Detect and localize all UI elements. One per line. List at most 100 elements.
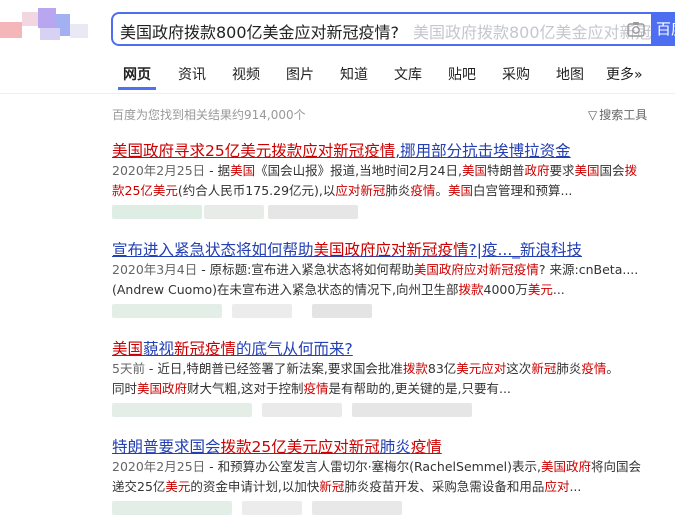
text-segment: 。 — [606, 361, 619, 376]
blurred-block — [112, 205, 202, 219]
blurred-block — [312, 501, 402, 515]
highlighted-keyword: 疫情 — [410, 438, 442, 456]
highlighted-keyword: 美国 — [230, 163, 256, 178]
tab-map[interactable]: 地图 — [556, 64, 584, 84]
search-box[interactable]: 美国政府拨款800亿美金应对新冠疫情? 美国政府拨款800亿美金应对新冠疫情 — [111, 12, 651, 46]
tab-more[interactable]: 更多» — [606, 64, 643, 84]
search-suggestion: 美国政府拨款800亿美金应对新冠疫情 — [413, 23, 651, 42]
highlighted-keyword: 美国政府应对新冠疫情 — [313, 241, 469, 259]
result-item: 美国政府寻求25亿美元拨款应对新冠疫情,挪用部分抗击埃博拉资金 2020年2月2… — [112, 141, 667, 221]
result-source-blurred[interactable] — [112, 501, 667, 517]
tab-zhidao[interactable]: 知道 — [340, 64, 368, 84]
result-snippet-line: 5天前 - 近日,特朗普已经签署了新法案,要求国会批准拨款83亿美元应对这次新冠… — [112, 359, 667, 379]
result-source-blurred[interactable] — [112, 304, 667, 320]
logo[interactable] — [0, 8, 90, 44]
header: 美国政府拨款800亿美金应对新冠疫情? 美国政府拨款800亿美金应对新冠疫情 百… — [0, 0, 675, 56]
text-segment: 特朗普要求国会 — [112, 438, 221, 456]
text-segment: 。 — [435, 183, 448, 198]
highlighted-keyword: 美国 — [447, 183, 473, 198]
result-snippet-line: 款25亿美元(约合人民币175.29亿元),以应对新冠肺炎疫情。美国白宫管理和预… — [112, 181, 667, 201]
camera-icon[interactable] — [627, 21, 645, 37]
result-date: 2020年2月25日 — [112, 459, 206, 474]
tab-wenku[interactable]: 文库 — [394, 64, 422, 84]
blurred-block — [242, 501, 302, 515]
highlighted-keyword: 美元 — [165, 479, 191, 494]
highlighted-keyword: 美国政府 — [541, 459, 592, 474]
blurred-block — [112, 501, 232, 515]
result-date: 2020年2月25日 — [112, 163, 206, 178]
text-segment: 宣布进入紧急状态将如何帮助 — [112, 241, 314, 259]
text-segment: ?|疫..._新浪科技 — [468, 241, 583, 259]
tab-purchase[interactable]: 采购 — [502, 64, 530, 84]
highlighted-keyword: 款 — [112, 183, 125, 198]
search-tools-button[interactable]: ▽ 搜索工具 — [588, 106, 647, 123]
result-title-link[interactable]: 美国政府寻求25亿美元拨款应对新冠疫情,挪用部分抗击埃博拉资金 — [112, 141, 667, 161]
result-snippet-line: 同时美国政府财大气粗,这对于控制疫情是有帮助的,更关键的是,只要有... — [112, 379, 667, 399]
result-item: 美国藐视新冠疫情的底气从何而来? 5天前 - 近日,特朗普已经签署了新法案,要求… — [112, 339, 667, 419]
highlighted-keyword: 美国 — [461, 163, 487, 178]
tab-images[interactable]: 图片 — [286, 64, 314, 84]
result-title-link[interactable]: 宣布进入紧急状态将如何帮助美国政府应对新冠疫情?|疫..._新浪科技 — [112, 240, 667, 260]
text-segment: - 据 — [205, 163, 231, 178]
active-tab-indicator — [118, 87, 156, 90]
text-segment: ,挪用部分抗击埃博拉资金 — [395, 142, 571, 160]
text-segment: ? 来源:cnBeta.... — [538, 262, 639, 277]
result-title-link[interactable]: 美国藐视新冠疫情的底气从何而来? — [112, 339, 667, 359]
highlighted-keyword: 美国政府寻求25亿美元拨款应对新冠疫情 — [112, 142, 396, 160]
result-item: 特朗普要求国会拨款25亿美元应对新冠肺炎疫情 2020年2月25日 - 和预算办… — [112, 437, 667, 517]
text-segment: 83亿 — [427, 361, 457, 376]
result-source-blurred[interactable] — [112, 403, 667, 419]
highlighted-keyword: 美国 — [574, 163, 600, 178]
logo-pixel — [40, 28, 60, 40]
highlighted-keyword: 新冠 — [319, 479, 345, 494]
logo-pixel — [38, 8, 56, 28]
tab-tieba[interactable]: 贴吧 — [448, 64, 476, 84]
text-segment: 这次 — [506, 361, 532, 376]
highlighted-keyword: 拨款 — [402, 361, 428, 376]
highlighted-keyword: 美国政府 — [137, 381, 188, 396]
tab-bar: 网页 资讯 视频 图片 知道 文库 贴吧 采购 地图 更多» — [0, 60, 675, 90]
highlighted-keyword: 疫情 — [303, 381, 329, 396]
highlighted-keyword: 应对新冠 — [335, 183, 386, 198]
text-segment: - 原标题:宣布进入紧急状态将如何帮助 — [197, 262, 414, 277]
result-source-blurred[interactable] — [112, 205, 667, 221]
result-snippet-line: 递交25亿美元的资金申请计划,以加快新冠肺炎疫苗开发、采购急需设备和用品应对..… — [112, 477, 667, 497]
text-segment: ... — [569, 479, 582, 494]
text-segment: 同时 — [112, 381, 138, 396]
result-snippet-line: 2020年3月4日 - 原标题:宣布进入紧急状态将如何帮助美国政府应对新冠疫情?… — [112, 260, 667, 280]
text-segment: (约合人民币175.29亿元),以 — [177, 183, 336, 198]
tab-web[interactable]: 网页 — [123, 64, 151, 84]
highlighted-keyword: 美国 — [112, 340, 144, 358]
text-segment: 财大气粗,这对于控制 — [187, 381, 304, 396]
blurred-block — [352, 403, 472, 417]
logo-pixel — [22, 12, 38, 26]
result-title-link[interactable]: 特朗普要求国会拨款25亿美元应对新冠肺炎疫情 — [112, 437, 667, 457]
search-button[interactable]: 百度一下 — [651, 12, 675, 46]
blurred-block — [204, 205, 264, 219]
search-input[interactable]: 美国政府拨款800亿美金应对新冠疫情? — [120, 19, 399, 43]
text-segment: ... — [552, 282, 565, 297]
result-count: 百度为您找到相关结果约914,000个 — [112, 108, 306, 122]
text-segment: 藐视 — [143, 340, 175, 358]
highlighted-keyword: 新冠 — [531, 361, 557, 376]
tab-video[interactable]: 视频 — [232, 64, 260, 84]
text-segment: 的底气从何而来? — [236, 340, 353, 358]
blurred-block — [262, 403, 342, 417]
blurred-block — [232, 304, 292, 318]
text-segment: 肺炎 — [379, 438, 411, 456]
tab-news[interactable]: 资讯 — [178, 64, 206, 84]
funnel-icon: ▽ — [588, 108, 598, 122]
logo-pixel — [70, 24, 88, 38]
highlighted-keyword: 疫情 — [410, 183, 436, 198]
highlighted-keyword: 政府 — [524, 163, 550, 178]
highlighted-keyword: 应对 — [544, 479, 570, 494]
text-segment: 的资金申请计划,以加快 — [190, 479, 320, 494]
highlighted-keyword: 拨款25亿美元应对新冠 — [220, 438, 380, 456]
text-segment: 是有帮助的,更关键的是,只要有... — [328, 381, 511, 396]
result-snippet-line: 2020年2月25日 - 据美国《国会山报》报道,当地时间2月24日,美国特朗普… — [112, 161, 667, 181]
blurred-block — [312, 304, 372, 318]
header-divider — [0, 93, 675, 94]
result-snippet-line: 2020年2月25日 - 和预算办公室发言人雷切尔·塞梅尔(RachelSemm… — [112, 457, 667, 477]
text-segment: 白宫管理和预算... — [472, 183, 573, 198]
result-snippet-line: (Andrew Cuomo)在未宣布进入紧急状态的情况下,向州卫生部拨款4000… — [112, 280, 667, 300]
